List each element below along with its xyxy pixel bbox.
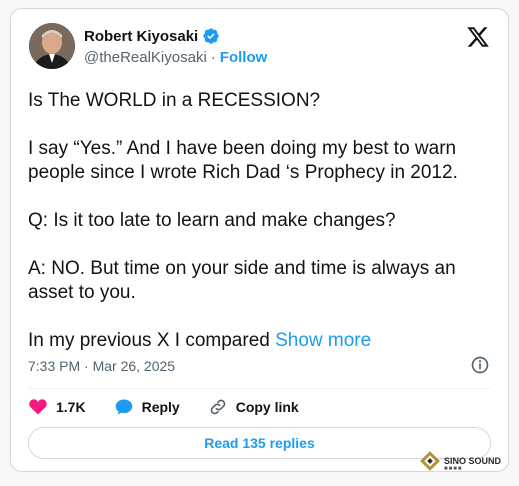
watermark-title: SINO SOUND bbox=[444, 455, 502, 466]
author-handle[interactable]: @theRealKiyosaki bbox=[84, 49, 207, 66]
tweet-timestamp[interactable]: 7:33 PM · Mar 26, 2025 bbox=[28, 358, 175, 374]
reply-bubble-icon bbox=[114, 397, 134, 417]
likes-count: 1.7K bbox=[56, 399, 86, 415]
show-more-link[interactable]: Show more bbox=[275, 330, 371, 351]
author-handle-row: @theRealKiyosaki · Follow bbox=[84, 49, 267, 66]
tweet-card: Robert Kiyosaki @theRealKiyosaki · Follo… bbox=[10, 8, 509, 472]
author-display-name[interactable]: Robert Kiyosaki bbox=[84, 28, 198, 45]
divider bbox=[28, 388, 491, 389]
avatar[interactable] bbox=[29, 23, 75, 69]
copy-link-button[interactable]: Copy link bbox=[208, 397, 299, 417]
watermark-logo-icon bbox=[420, 451, 440, 476]
link-icon bbox=[208, 397, 228, 417]
tweet-paragraph: I say “Yes.” And I have been doing my be… bbox=[28, 138, 458, 183]
tweet-paragraph: Is The WORLD in a RECESSION? bbox=[28, 90, 321, 111]
watermark-text-block: SINO SOUND ■■■■ bbox=[444, 456, 501, 472]
author-name-row: Robert Kiyosaki bbox=[84, 27, 220, 45]
tweet-paragraph: A: NO. But time on your side and time is… bbox=[28, 258, 456, 303]
info-icon[interactable] bbox=[470, 355, 490, 375]
reply-label: Reply bbox=[141, 399, 180, 415]
reply-button[interactable]: Reply bbox=[114, 397, 180, 417]
like-button[interactable]: 1.7K bbox=[28, 397, 86, 417]
tweet-paragraph: Q: Is it too late to learn and make chan… bbox=[28, 210, 396, 231]
follow-button[interactable]: Follow bbox=[220, 49, 268, 66]
heart-icon bbox=[28, 397, 48, 417]
watermark-subtitle: ■■■■ bbox=[444, 465, 463, 472]
copy-link-label: Copy link bbox=[235, 399, 299, 415]
x-logo-icon[interactable] bbox=[466, 25, 490, 49]
separator-dot: · bbox=[210, 49, 216, 66]
verified-badge-icon bbox=[202, 27, 220, 45]
action-bar: 1.7K Reply Copy link bbox=[28, 395, 327, 419]
tweet-paragraph-truncated: In my previous X I compared Show more bbox=[28, 329, 498, 353]
watermark: SINO SOUND ■■■■ bbox=[420, 451, 501, 476]
truncated-text: In my previous X I compared bbox=[28, 330, 276, 351]
tweet-text: Is The WORLD in a RECESSION? I say “Yes.… bbox=[28, 89, 498, 353]
